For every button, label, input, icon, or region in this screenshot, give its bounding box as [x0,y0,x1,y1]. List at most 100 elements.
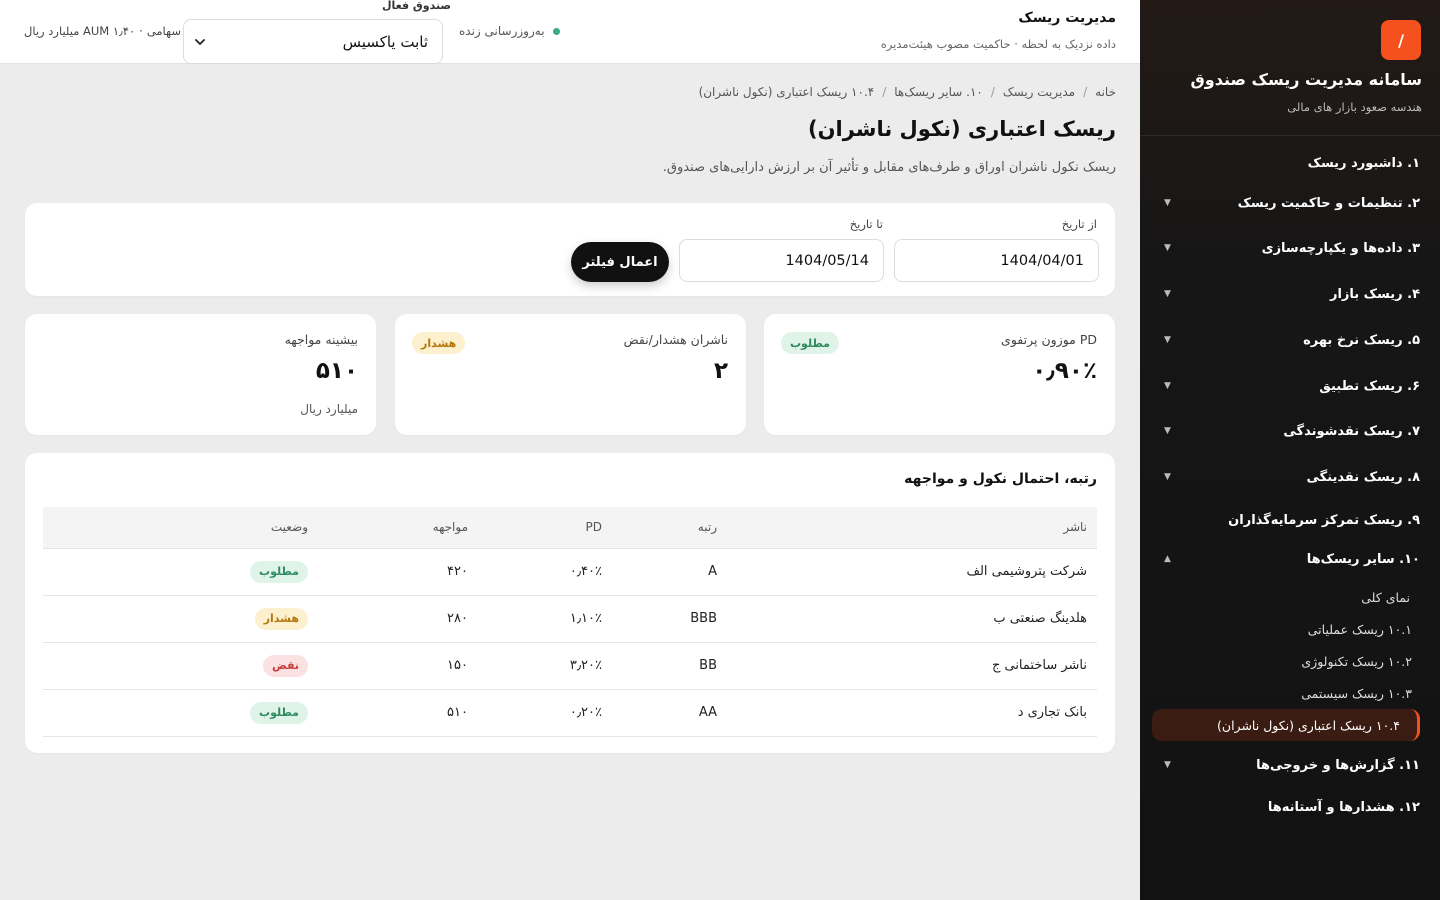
sidebar-item-market-risk[interactable]: ۴. ریسک بازار ▼ [1158,278,1420,310]
chevron-down-icon: ▼ [1164,426,1171,436]
sidebar-item-investor-concentration[interactable]: ۹. ریسک تمرکز سرمایه‌گذاران [1158,504,1420,536]
sidebar-item-label: ۲. تنظیمات و حاکمیت ریسک [1237,195,1420,211]
chevron-up-icon: ▲ [1164,554,1171,564]
breadcrumb-separator: / [882,85,887,99]
sidebar-subitem-systemic-risk[interactable]: ۱۰.۳ ریسک سیستمی [1301,680,1412,706]
cell-pd: ۱٫۱۰٪ [468,595,602,643]
sidebar-item-governance[interactable]: ۲. تنظیمات و حاکمیت ریسک ▼ [1158,187,1420,219]
breadcrumb-other-risks[interactable]: ۱۰. سایر ریسک‌ها [894,85,983,99]
sidebar-item-label: ۴. ریسک بازار [1329,286,1420,302]
sidebar-subitem-credit-risk[interactable]: ۱۰.۴ ریسک اعتباری (نکول ناشران) [1152,709,1420,741]
cell-status: هشدار [143,595,308,643]
fund-select-value: ثابت یاکسیس [342,32,428,51]
kpi-card-max-exposure: بیشینه مواجهه ۵۱۰ میلیارد ریال [25,314,376,435]
breadcrumb-risk-management[interactable]: مدیریت ریسک [1003,85,1075,99]
breadcrumb-separator: / [990,85,995,99]
chevron-down-icon: ▼ [1164,198,1171,208]
table-row: هلدینگ صنعتی ب BBB ۱٫۱۰٪ ۲۸۰ هشدار [43,595,1097,643]
chevron-down-icon: ▼ [1164,289,1171,299]
sidebar-item-reports[interactable]: ۱۱. گزارش‌ها و خروجی‌ها ▼ [1158,749,1420,781]
slash-logo-icon: / [1381,20,1421,60]
status-dot-icon [552,27,560,35]
sidebar-item-label: ۵. ریسک نرخ بهره [1303,332,1420,348]
fund-select[interactable]: ثابت یاکسیس [183,19,443,64]
status-badge: مطلوب [781,332,839,354]
cell-rating: AA [602,689,717,737]
chevron-down-icon: ▼ [1164,760,1171,770]
status-badge: هشدار [254,607,308,630]
status-badge: مطلوب [250,701,308,724]
cell-pd: ۳٫۲۰٪ [468,642,602,690]
breadcrumb-separator: / [1083,85,1088,99]
apply-filter-button[interactable]: اعمال فیلتر [571,242,669,282]
column-spacer [43,507,143,549]
topbar-title: مدیریت ریسک [1018,10,1116,26]
live-indicator: به‌روزرسانی زنده [459,24,560,38]
kpi-value: ۵۱۰ [315,358,358,384]
cell-issuer: شرکت پتروشیمی الف [717,548,1097,596]
status-badge: مطلوب [250,560,308,583]
sidebar-item-interest-rate-risk[interactable]: ۵. ریسک نرخ بهره ▼ [1158,324,1420,356]
cell-status: نقض [143,642,308,690]
cell-status: مطلوب [143,548,308,596]
sidebar-item-label: ۱۲. هشدارها و آستانه‌ها [1267,799,1420,815]
sidebar-item-alerts[interactable]: ۱۲. هشدارها و آستانه‌ها [1158,791,1420,823]
cell-status: مطلوب [143,689,308,737]
kpi-card-weighted-pd: PD موزون پرتفوی ۰٫۹۰٪ مطلوب [764,314,1115,435]
sidebar-header: / سامانه مدیریت ریسک صندوق هندسه صعود با… [1140,0,1440,136]
chevron-down-icon: ▼ [1164,243,1171,253]
sidebar-item-dashboard[interactable]: ۱. داشبورد ریسک [1158,147,1420,179]
column-header-issuer: ناشر [717,507,1097,549]
sidebar-subitem-overview[interactable]: نمای کلی [1361,584,1410,610]
chevron-down-icon: ▼ [1164,335,1171,345]
sidebar-item-marketability-risk[interactable]: ۷. ریسک نقدشوندگی ▼ [1158,415,1420,447]
sidebar: / سامانه مدیریت ریسک صندوق هندسه صعود با… [1140,0,1440,900]
sidebar-item-data[interactable]: ۳. داده‌ها و یکپارچه‌سازی ▼ [1158,232,1420,264]
cell-exposure: ۴۲۰ [308,548,468,596]
column-header-pd: PD [468,507,602,549]
aum-fund-type: سهامی [146,24,181,38]
sidebar-item-label: ۹. ریسک تمرکز سرمایه‌گذاران [1228,512,1420,528]
aum-value: AUM ۱٫۴۰ میلیارد ریال [24,24,136,38]
to-date-label: تا تاریخ [849,217,883,231]
cell-spacer [43,642,143,690]
kpi-label: بیشینه مواجهه [284,332,358,347]
cell-exposure: ۵۱۰ [308,689,468,737]
breadcrumb-current: ۱۰.۴ ریسک اعتباری (نکول ناشران) [698,85,875,99]
breadcrumb: خانه / مدیریت ریسک / ۱۰. سایر ریسک‌ها / … [699,85,1116,99]
sidebar-item-label: ۸. ریسک نقدینگی [1306,469,1420,485]
kpi-value: ۲ [713,358,728,384]
table-row: بانک تجاری د AA ۰٫۲۰٪ ۵۱۰ مطلوب [43,689,1097,737]
chevron-down-icon [195,38,205,45]
from-date-label: از تاریخ [1061,217,1097,231]
cell-exposure: ۲۸۰ [308,595,468,643]
sidebar-item-liquidity-risk[interactable]: ۸. ریسک نقدینگی ▼ [1158,461,1420,493]
to-date-input[interactable]: 1404/05/14 [679,239,884,282]
credit-risk-table: ناشر رتبه PD مواجهه وضعیت شرکت پتروشیمی … [43,507,1097,737]
date-filter-card: از تاریخ 1404/04/01 تا تاریخ 1404/05/14 … [25,203,1115,296]
app-title: سامانه مدیریت ریسک صندوق [1190,70,1423,89]
status-badge: هشدار [412,332,466,354]
cell-issuer: هلدینگ صنعتی ب [717,595,1097,643]
kpi-card-alert-issuers: ناشران هشدار/نقض ۲ هشدار [395,314,746,435]
fund-select-label: صندوق فعال [382,0,452,12]
from-date-input[interactable]: 1404/04/01 [894,239,1099,282]
column-header-exposure: مواجهه [308,507,468,549]
column-header-status: وضعیت [143,507,308,549]
sidebar-item-label: ۷. ریسک نقدشوندگی [1283,423,1420,439]
aum-info: سهامی · AUM ۱٫۴۰ میلیارد ریال [24,24,181,38]
sidebar-item-compliance-risk[interactable]: ۶. ریسک تطبیق ▼ [1158,370,1420,402]
kpi-label: ناشران هشدار/نقض [623,332,728,347]
cell-issuer: ناشر ساختمانی ج [717,642,1097,690]
cell-spacer [43,595,143,643]
sidebar-item-other-risks[interactable]: ۱۰. سایر ریسک‌ها ▲ [1158,543,1420,575]
sidebar-item-label: ۱۱. گزارش‌ها و خروجی‌ها [1256,757,1420,773]
table-row: ناشر ساختمانی ج BB ۳٫۲۰٪ ۱۵۰ نقض [43,642,1097,690]
sidebar-subitem-operational-risk[interactable]: ۱۰.۱ ریسک عملیاتی [1308,616,1412,642]
cell-pd: ۰٫۲۰٪ [468,689,602,737]
sidebar-subitem-technology-risk[interactable]: ۱۰.۲ ریسک تکنولوژی [1301,648,1412,674]
live-label: به‌روزرسانی زنده [459,24,545,38]
chevron-down-icon: ▼ [1164,472,1171,482]
breadcrumb-home[interactable]: خانه [1095,85,1116,99]
app-subtitle: هندسه صعود بازار های مالی [1287,100,1422,114]
